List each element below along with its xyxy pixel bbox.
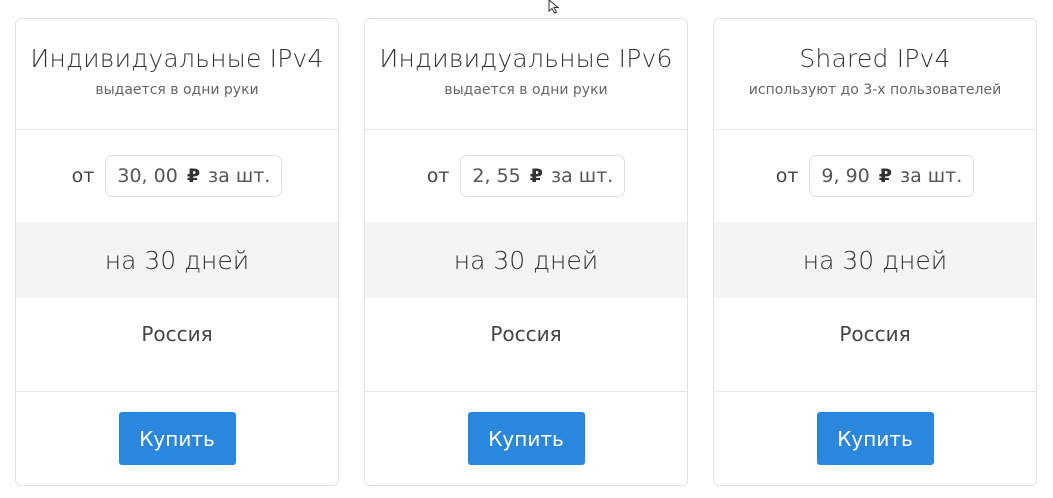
card-header: Индивидуальные IPv4 выдается в одни руки [16,19,338,130]
price-value: 30, 00 [117,165,178,187]
card-title: Индивидуальные IPv4 [30,44,324,73]
price-row: от 9, 90 ₽ за шт. [714,130,1036,222]
pricing-card-ipv4: Индивидуальные IPv4 выдается в одни руки… [15,18,339,486]
price-unit: за шт. [208,165,271,187]
price-prefix: от [71,165,95,187]
price-unit: за шт. [551,165,614,187]
price-prefix: от [426,165,450,187]
card-title: Shared IPv4 [799,44,951,73]
price-prefix: от [775,165,799,187]
ruble-icon: ₽ [529,165,543,187]
price-box: 2, 55 ₽ за шт. [460,155,626,197]
region-row: Россия [365,298,687,392]
region-row: Россия [16,298,338,392]
action-row: Купить [365,392,687,485]
mouse-pointer-icon [548,0,560,14]
price-row: от 30, 00 ₽ за шт. [16,130,338,222]
price-value: 9, 90 [821,165,870,187]
buy-button-ipv4[interactable]: Купить [118,412,236,465]
pricing-cards: Индивидуальные IPv4 выдается в одни руки… [15,18,1037,486]
card-header: Индивидуальные IPv6 выдается в одни руки [365,19,687,130]
card-header: Shared IPv4 используют до 3-х пользовате… [714,19,1036,130]
action-row: Купить [714,392,1036,485]
buy-button-shared-ipv4[interactable]: Купить [816,412,934,465]
buy-button-ipv6[interactable]: Купить [467,412,585,465]
price-unit: за шт. [900,165,963,187]
price-row: от 2, 55 ₽ за шт. [365,130,687,222]
pricing-card-shared-ipv4: Shared IPv4 используют до 3-х пользовате… [713,18,1037,486]
price-box: 30, 00 ₽ за шт. [105,155,283,197]
card-subtitle: используют до 3-х пользователей [748,82,1002,98]
card-subtitle: выдается в одни руки [444,82,608,98]
region-row: Россия [714,298,1036,392]
period-row: на 30 дней [714,222,1036,298]
period-row: на 30 дней [16,222,338,298]
price-box: 9, 90 ₽ за шт. [809,155,975,197]
price-value: 2, 55 [472,165,521,187]
period-row: на 30 дней [365,222,687,298]
card-title: Индивидуальные IPv6 [379,44,673,73]
ruble-icon: ₽ [186,165,201,187]
pricing-card-ipv6: Индивидуальные IPv6 выдается в одни руки… [364,18,688,486]
card-subtitle: выдается в одни руки [95,82,259,98]
ruble-icon: ₽ [878,165,892,187]
action-row: Купить [16,392,338,485]
